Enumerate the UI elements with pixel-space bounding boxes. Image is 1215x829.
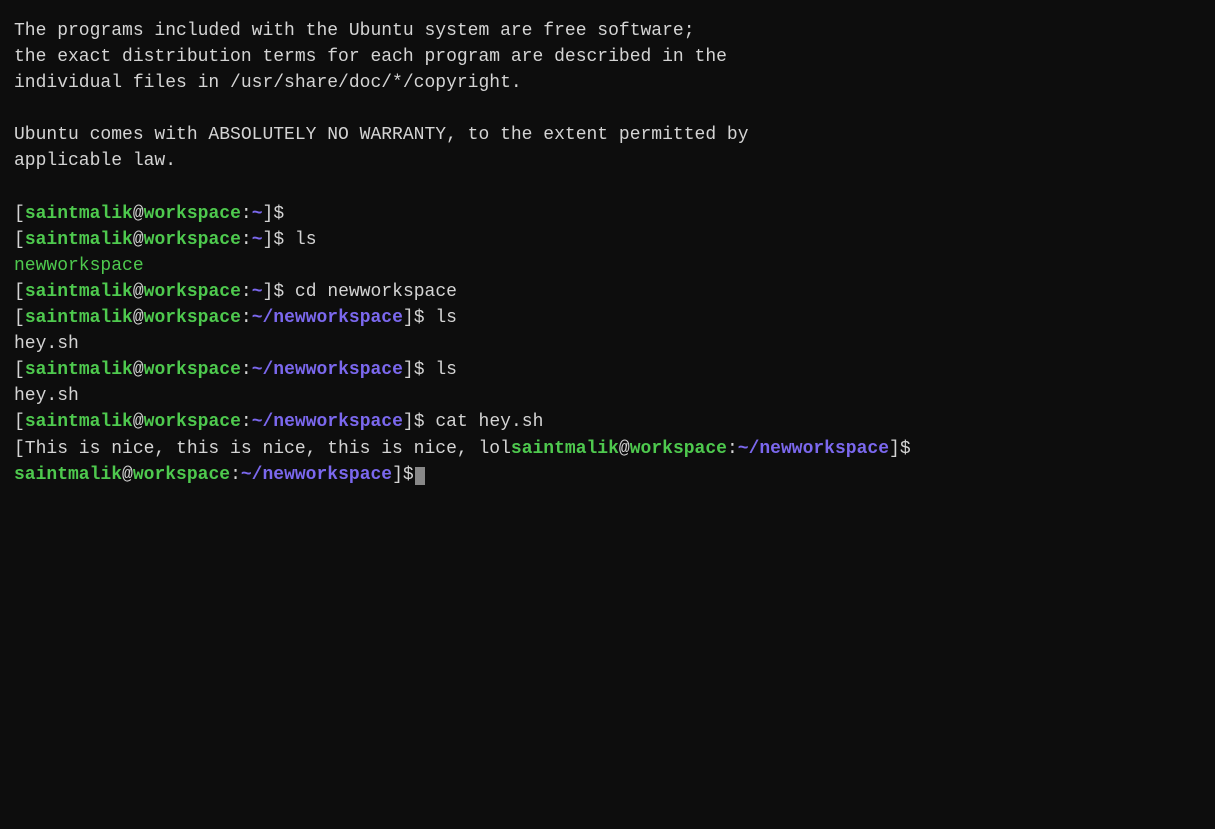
warranty-line-1: Ubuntu comes with ABSOLUTELY NO WARRANTY… [14, 122, 1201, 148]
cat-output-text: [This is nice, this is nice, this is nic… [14, 439, 511, 459]
at-5: @ [133, 360, 144, 380]
bracket-close-3: ] [263, 282, 274, 302]
intro-line-2: the exact distribution terms for each pr… [14, 44, 1201, 70]
prompt-line-current[interactable]: saintmalik@workspace:~/newworkspace]$ [14, 462, 1201, 488]
bracket-open-6: [ [14, 412, 25, 432]
bracket-open-5: [ [14, 360, 25, 380]
cmd-ls1: ls [284, 230, 316, 250]
prompt-user-1: saintmalik [25, 204, 133, 224]
prompt-path-8: ~/newworkspace [241, 465, 392, 485]
prompt-path-1: ~ [252, 204, 263, 224]
bracket-close-1: ] [263, 204, 274, 224]
bracket-open-4: [ [14, 308, 25, 328]
bracket-close-7: ] [889, 439, 900, 459]
prompt-line-cd: [saintmalik@workspace:~]$ cd newworkspac… [14, 279, 1201, 305]
at-4: @ [133, 308, 144, 328]
prompt-line-ls3: [saintmalik@workspace:~/newworkspace]$ l… [14, 357, 1201, 383]
output-heysh-1: hey.sh [14, 331, 1201, 357]
at-2: @ [133, 230, 144, 250]
prompt-line-ls1: [saintmalik@workspace:~]$ ls [14, 227, 1201, 253]
output-cat-mixed: [This is nice, this is nice, this is nic… [14, 436, 1201, 462]
terminal-window: The programs included with the Ubuntu sy… [14, 18, 1201, 488]
prompt-user-8: saintmalik [14, 465, 122, 485]
prompt-host-2: workspace [144, 230, 241, 250]
prompt-host-5: workspace [144, 360, 241, 380]
prompt-path-6: ~/newworkspace [252, 412, 403, 432]
intro-line-3: individual files in /usr/share/doc/*/cop… [14, 70, 1201, 96]
prompt-host-3: workspace [144, 282, 241, 302]
prompt-user-6: saintmalik [25, 412, 133, 432]
at-7: @ [619, 439, 630, 459]
blank-1 [14, 96, 1201, 122]
prompt-path-2: ~ [252, 230, 263, 250]
prompt-path-5: ~/newworkspace [252, 360, 403, 380]
prompt-host-8: workspace [133, 465, 230, 485]
colon-8: : [230, 465, 241, 485]
cmd-cd: cd newworkspace [284, 282, 457, 302]
warranty-line-2: applicable law. [14, 148, 1201, 174]
prompt-user-3: saintmalik [25, 282, 133, 302]
bracket-open-3: [ [14, 282, 25, 302]
colon-4: : [241, 308, 252, 328]
cmd-cat: cat hey.sh [425, 412, 544, 432]
bracket-close-4: ] [403, 308, 414, 328]
prompt-path-7: ~/newworkspace [738, 439, 889, 459]
dollar-2: $ [273, 230, 284, 250]
prompt-user-4: saintmalik [25, 308, 133, 328]
prompt-user-5: saintmalik [25, 360, 133, 380]
prompt-line-empty: [saintmalik@workspace:~]$ [14, 201, 1201, 227]
dollar-6: $ [414, 412, 425, 432]
bracket-close-5: ] [403, 360, 414, 380]
prompt-line-ls2: [saintmalik@workspace:~/newworkspace]$ l… [14, 305, 1201, 331]
bracket-close-8: ] [392, 465, 403, 485]
output-heysh-2: hey.sh [14, 383, 1201, 409]
blank-2 [14, 175, 1201, 201]
colon-6: : [241, 412, 252, 432]
cursor-block [415, 467, 425, 485]
at-6: @ [133, 412, 144, 432]
prompt-user-2: saintmalik [25, 230, 133, 250]
bracket-close-2: ] [263, 230, 274, 250]
dollar-4: $ [414, 308, 425, 328]
prompt-host-4: workspace [144, 308, 241, 328]
cmd-ls2: ls [425, 308, 457, 328]
prompt-host-6: workspace [144, 412, 241, 432]
bracket-open-1: [ [14, 204, 25, 224]
at-1: @ [133, 204, 144, 224]
intro-line-1: The programs included with the Ubuntu sy… [14, 18, 1201, 44]
bracket-close-6: ] [403, 412, 414, 432]
prompt-path-3: ~ [252, 282, 263, 302]
output-newworkspace: newworkspace [14, 253, 1201, 279]
prompt-path-4: ~/newworkspace [252, 308, 403, 328]
prompt-host-7: workspace [630, 439, 727, 459]
cmd-ls3: ls [425, 360, 457, 380]
prompt-host-1: workspace [144, 204, 241, 224]
prompt-line-cat: [saintmalik@workspace:~/newworkspace]$ c… [14, 409, 1201, 435]
colon-7: : [727, 439, 738, 459]
colon-2: : [241, 230, 252, 250]
colon-5: : [241, 360, 252, 380]
prompt-user-7: saintmalik [511, 439, 619, 459]
dollar-1: $ [273, 204, 284, 224]
dollar-7: $ [900, 439, 911, 459]
dollar-5: $ [414, 360, 425, 380]
dollar-3: $ [273, 282, 284, 302]
bracket-open-2: [ [14, 230, 25, 250]
colon-1: : [241, 204, 252, 224]
at-3: @ [133, 282, 144, 302]
colon-3: : [241, 282, 252, 302]
at-8: @ [122, 465, 133, 485]
dollar-8: $ [403, 465, 414, 485]
